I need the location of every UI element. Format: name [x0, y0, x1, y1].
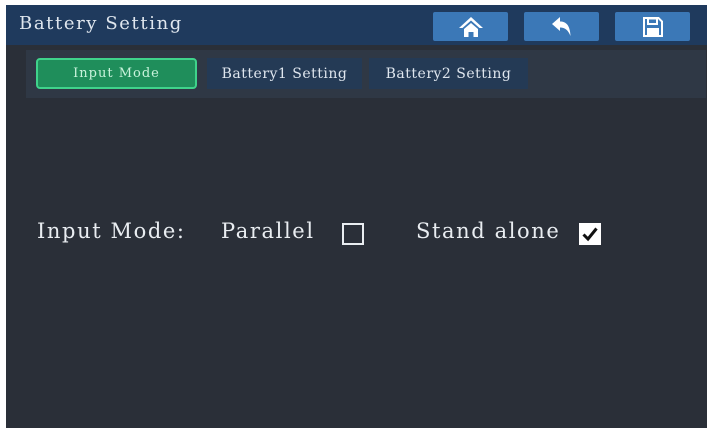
- back-button[interactable]: [524, 12, 599, 41]
- tab-bar: Input Mode Battery1 Setting Battery2 Set…: [26, 50, 706, 98]
- parallel-checkbox[interactable]: [342, 223, 364, 245]
- input-mode-label: Input Mode:: [37, 219, 186, 243]
- tab-battery1-setting[interactable]: Battery1 Setting: [207, 58, 362, 89]
- page-title: Battery Setting: [19, 13, 183, 34]
- home-icon: [458, 16, 483, 37]
- tab-battery2-setting[interactable]: Battery2 Setting: [369, 58, 528, 89]
- title-bar: Battery Setting: [6, 5, 707, 45]
- save-icon: [642, 16, 663, 37]
- tab-input-mode[interactable]: Input Mode: [36, 58, 197, 89]
- save-button[interactable]: [615, 12, 690, 41]
- parallel-label: Parallel: [221, 219, 315, 243]
- back-arrow-icon: [551, 16, 570, 36]
- home-button[interactable]: [433, 12, 508, 41]
- stand-alone-checkbox[interactable]: [579, 223, 601, 245]
- stand-alone-label: Stand alone: [416, 219, 561, 243]
- battery-setting-screen: Battery Setting Input Mode Battery1 Sett…: [6, 5, 707, 428]
- checkmark-icon: [582, 227, 598, 242]
